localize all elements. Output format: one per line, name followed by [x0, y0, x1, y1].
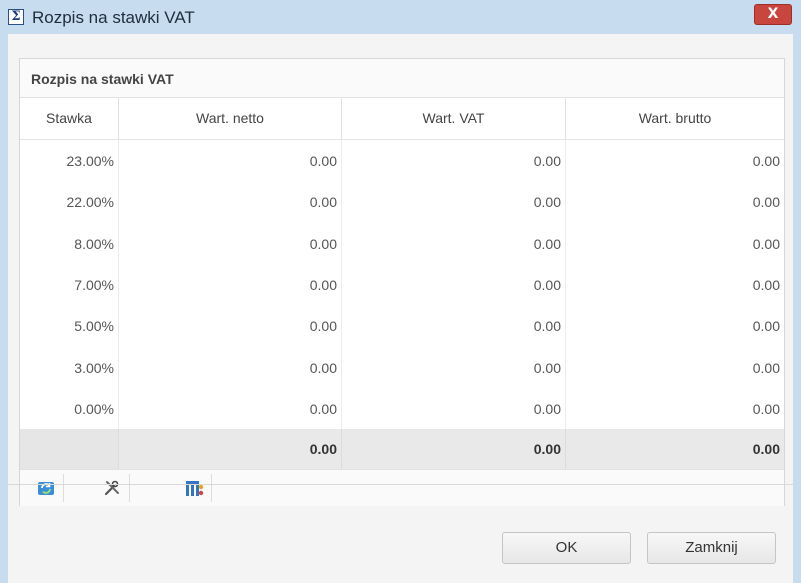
table-row[interactable]: 23.00% 0.00 0.00 0.00 — [20, 140, 784, 182]
summary-cell-brutto: 0.00 — [752, 441, 780, 457]
table-cell-brutto: 0.00 — [752, 400, 780, 417]
column-header-brutto[interactable]: Wart. brutto — [566, 98, 784, 139]
table-cell-brutto: 0.00 — [752, 153, 780, 169]
table-cell-stawka: 5.00% — [20, 305, 119, 348]
table-cell-netto: 0.00 — [119, 222, 342, 265]
table-cell-netto: 0.00 — [119, 346, 342, 389]
table-cell-stawka: 0.00% — [20, 387, 119, 430]
table-cell-vat: 0.00 — [342, 181, 566, 224]
close-button[interactable]: X — [754, 4, 792, 25]
summary-cell-netto: 0.00 — [119, 429, 342, 469]
grid-toolbar — [20, 469, 784, 506]
panel-header: Rozpis na stawki VAT — [20, 59, 784, 98]
table-row[interactable]: 3.00% 0.00 0.00 0.00 — [20, 346, 784, 389]
table-cell-stawka: 3.00% — [20, 346, 119, 389]
table-cell-vat: 0.00 — [342, 140, 566, 182]
table-cell-vat: 0.00 — [342, 305, 566, 348]
table-row[interactable]: 5.00% 0.00 0.00 0.00 — [20, 305, 784, 348]
table-cell-netto: 0.00 — [119, 181, 342, 224]
dialog-window: Σ Rozpis na stawki VAT X Rozpis na stawk… — [0, 0, 801, 583]
column-header-vat[interactable]: Wart. VAT — [342, 98, 566, 139]
table-cell-netto: 0.00 — [119, 387, 342, 430]
table-cell-netto: 0.00 — [119, 140, 342, 182]
settings-tools-icon — [104, 480, 119, 496]
summary-cell-stawka — [20, 429, 119, 469]
refresh-icon — [38, 482, 54, 495]
table-row[interactable]: 22.00% 0.00 0.00 0.00 — [20, 181, 784, 224]
column-header-stawka[interactable]: Stawka — [20, 98, 119, 139]
table-cell-stawka: 7.00% — [20, 263, 119, 306]
table-cell-brutto: 0.00 — [752, 194, 780, 211]
table-cell-stawka: 23.00% — [20, 140, 119, 182]
table-cell-vat: 0.00 — [342, 346, 566, 389]
table-cell-brutto: 0.00 — [752, 359, 780, 376]
ok-button[interactable]: OK — [502, 532, 631, 564]
panel-title: Rozpis na stawki VAT — [31, 71, 174, 87]
table-row[interactable]: 8.00% 0.00 0.00 0.00 — [20, 222, 784, 265]
table-cell-vat: 0.00 — [342, 387, 566, 430]
table-row[interactable]: 7.00% 0.00 0.00 0.00 — [20, 263, 784, 306]
columns-button[interactable] — [176, 474, 212, 502]
table-cell-netto: 0.00 — [119, 305, 342, 348]
window-title: Rozpis na stawki VAT — [32, 8, 195, 27]
refresh-button[interactable] — [28, 474, 64, 502]
columns-icon — [186, 481, 204, 496]
vat-rates-panel: Rozpis na stawki VAT Stawka Wart. netto … — [19, 58, 785, 506]
table-cell-stawka: 22.00% — [20, 181, 119, 224]
table-cell-vat: 0.00 — [342, 263, 566, 306]
table-cell-brutto: 0.00 — [752, 276, 780, 293]
summary-cell-vat: 0.00 — [342, 429, 566, 469]
title-bar[interactable]: Σ Rozpis na stawki VAT X — [0, 0, 801, 34]
zamknij-button[interactable]: Zamknij — [647, 532, 776, 564]
table-row[interactable]: 0.00% 0.00 0.00 0.00 — [20, 387, 784, 430]
table-cell-brutto: 0.00 — [752, 235, 780, 252]
table-cell-vat: 0.00 — [342, 222, 566, 265]
table-header: Stawka Wart. netto Wart. VAT Wart. brutt… — [20, 98, 784, 140]
sigma-icon: Σ — [8, 9, 24, 25]
tools-button[interactable] — [94, 474, 130, 502]
table-cell-stawka: 8.00% — [20, 222, 119, 265]
footer-divider — [8, 484, 793, 485]
table-cell-netto: 0.00 — [119, 263, 342, 306]
summary-row: 0.00 0.00 0.00 — [20, 429, 784, 469]
column-header-netto[interactable]: Wart. netto — [119, 98, 342, 139]
table-cell-brutto: 0.00 — [752, 318, 780, 335]
